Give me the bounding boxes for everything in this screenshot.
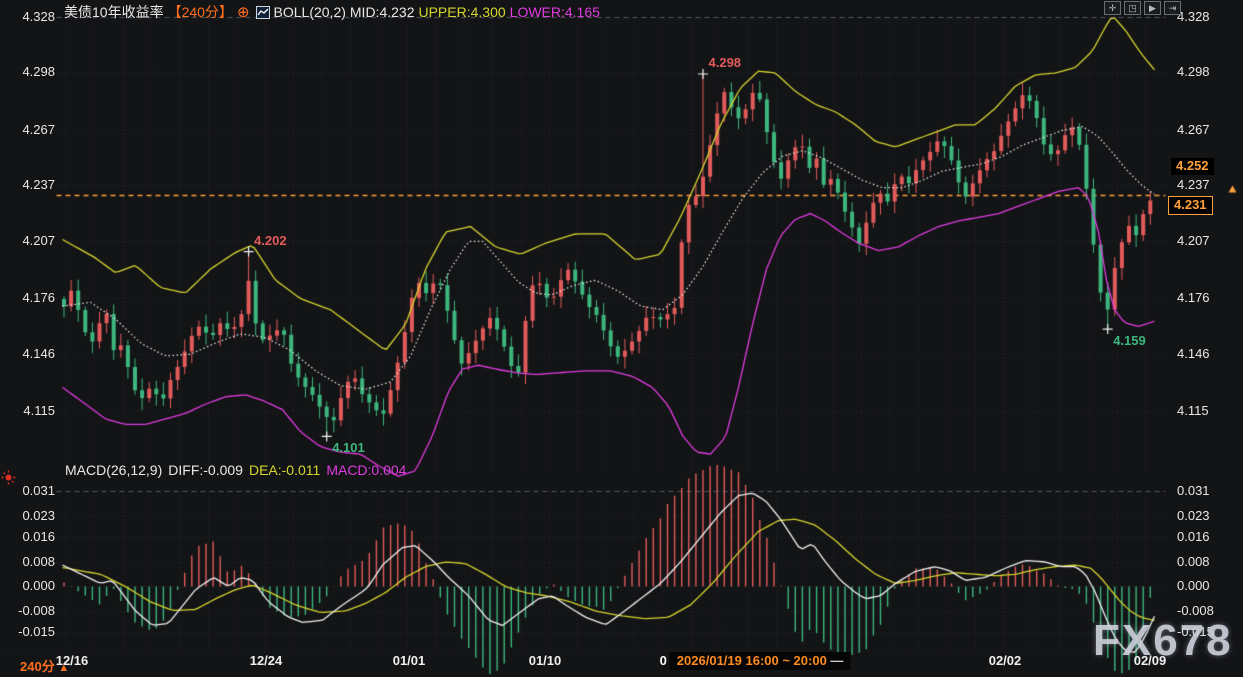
axis-tick-label: 0.000 (1177, 579, 1210, 593)
x-axis-tick-label: 12/24 (250, 653, 283, 668)
axis-tick-label: 4.298 (1177, 65, 1210, 79)
axis-tick-label: 0.000 (0, 579, 55, 593)
x-axis-tick-label: 02/02 (989, 653, 1022, 668)
boll-label: BOLL(20,2) (274, 4, 346, 20)
tooltip-box: 2026/01/19 16:00 ~ 20:00 — (670, 652, 851, 670)
axis-tick-label: 4.146 (0, 347, 55, 361)
pane-export-icon[interactable]: ⇥ (1164, 1, 1181, 15)
macd-macd-value: MACD:0.004 (326, 462, 406, 478)
axis-tick-label: 0.031 (1177, 484, 1210, 498)
axis-tick-label: 4.298 (0, 65, 55, 79)
axis-tick-label: 4.146 (1177, 347, 1210, 361)
axis-tick-label: 4.237 (1177, 178, 1210, 192)
mini-chart-icon[interactable] (256, 6, 270, 22)
crosshair-icon[interactable]: ✛ (1104, 1, 1121, 15)
axis-tick-label: -0.015 (0, 625, 55, 639)
marked-price-badge: 4.252 (1171, 158, 1214, 175)
macd-diff-value: DIFF:-0.009 (168, 462, 243, 478)
chart-toolbar: ✛ ◳ ▶ ⇥ (1104, 1, 1181, 15)
tooltip-prefix: 0 (660, 653, 667, 668)
axis-tick-label: 4.176 (0, 291, 55, 305)
axis-tick-label: 4.328 (1177, 10, 1210, 24)
axis-tick-label: 4.328 (0, 10, 55, 24)
price-extreme-annotation: 4.298 (709, 55, 742, 70)
axis-tick-label: 0.023 (0, 509, 55, 523)
period-tag: 【240分】 (168, 4, 233, 20)
crosshair-date-tooltip: 02026/01/19 16:00 ~ 20:00 — (660, 653, 851, 668)
axis-tick-label: 0.008 (1177, 555, 1210, 569)
axis-tick-label: 4.115 (0, 404, 55, 418)
x-axis: 12/1612/2401/0101/1002/0202/0902026/01/1… (0, 653, 1243, 673)
period-arrow-icon: ▲ (58, 662, 69, 674)
watermark: FX678 (1093, 616, 1233, 666)
plus-circle-icon[interactable]: ⊕ (237, 4, 250, 21)
axis-tick-label: 0.016 (0, 530, 55, 544)
chart-header: 美债10年收益率【240分】⊕ BOLL(20,2)MID:4.232UPPER:… (64, 2, 604, 22)
chart-canvas[interactable] (0, 0, 1243, 677)
pane-corner-icon[interactable]: ◳ (1124, 1, 1141, 15)
axis-tick-label: 4.207 (0, 234, 55, 248)
axis-tick-label: 4.267 (1177, 123, 1210, 137)
axis-tick-label: -0.008 (0, 604, 55, 618)
tooltip-date: 2026/01/19 16:00 ~ 20:00 (677, 653, 827, 668)
x-axis-tick-label: 01/10 (529, 653, 562, 668)
chart-root: 美债10年收益率【240分】⊕ BOLL(20,2)MID:4.232UPPER:… (0, 0, 1243, 677)
axis-tick-label: 0.016 (1177, 530, 1210, 544)
live-indicator-icon (1, 470, 16, 490)
period-selector[interactable]: 240分 ▲ (20, 656, 69, 675)
pane-play-icon[interactable]: ▶ (1144, 1, 1161, 15)
macd-dea-value: DEA:-0.011 (249, 462, 320, 478)
axis-tick-label: 4.237 (0, 178, 55, 192)
axis-tick-label: 4.207 (1177, 234, 1210, 248)
period-label: 240分 (20, 659, 55, 674)
boll-mid-value: MID:4.232 (350, 4, 415, 20)
price-extreme-annotation: 4.159 (1113, 333, 1146, 348)
x-axis-tick-label: 01/01 (393, 653, 426, 668)
axis-tick-label: 4.267 (0, 123, 55, 137)
price-extreme-annotation: 4.101 (332, 440, 365, 455)
axis-tick-label: 0.008 (0, 555, 55, 569)
axis-tick-label: 4.176 (1177, 291, 1210, 305)
last-price-badge: 4.231 (1168, 196, 1213, 215)
tooltip-dash: — (830, 653, 843, 668)
instrument-title: 美债10年收益率 (64, 4, 164, 20)
axis-tick-label: 0.023 (1177, 509, 1210, 523)
boll-lower-value: LOWER:4.165 (510, 4, 600, 20)
price-extreme-annotation: 4.202 (254, 233, 287, 248)
axis-tick-label: 4.115 (1177, 404, 1209, 418)
boll-upper-value: UPPER:4.300 (418, 4, 505, 20)
macd-params-label: MACD(26,12,9) (65, 462, 162, 478)
macd-header: MACD(26,12,9) DIFF:-0.009 DEA:-0.011 MACD:0… (65, 462, 412, 478)
